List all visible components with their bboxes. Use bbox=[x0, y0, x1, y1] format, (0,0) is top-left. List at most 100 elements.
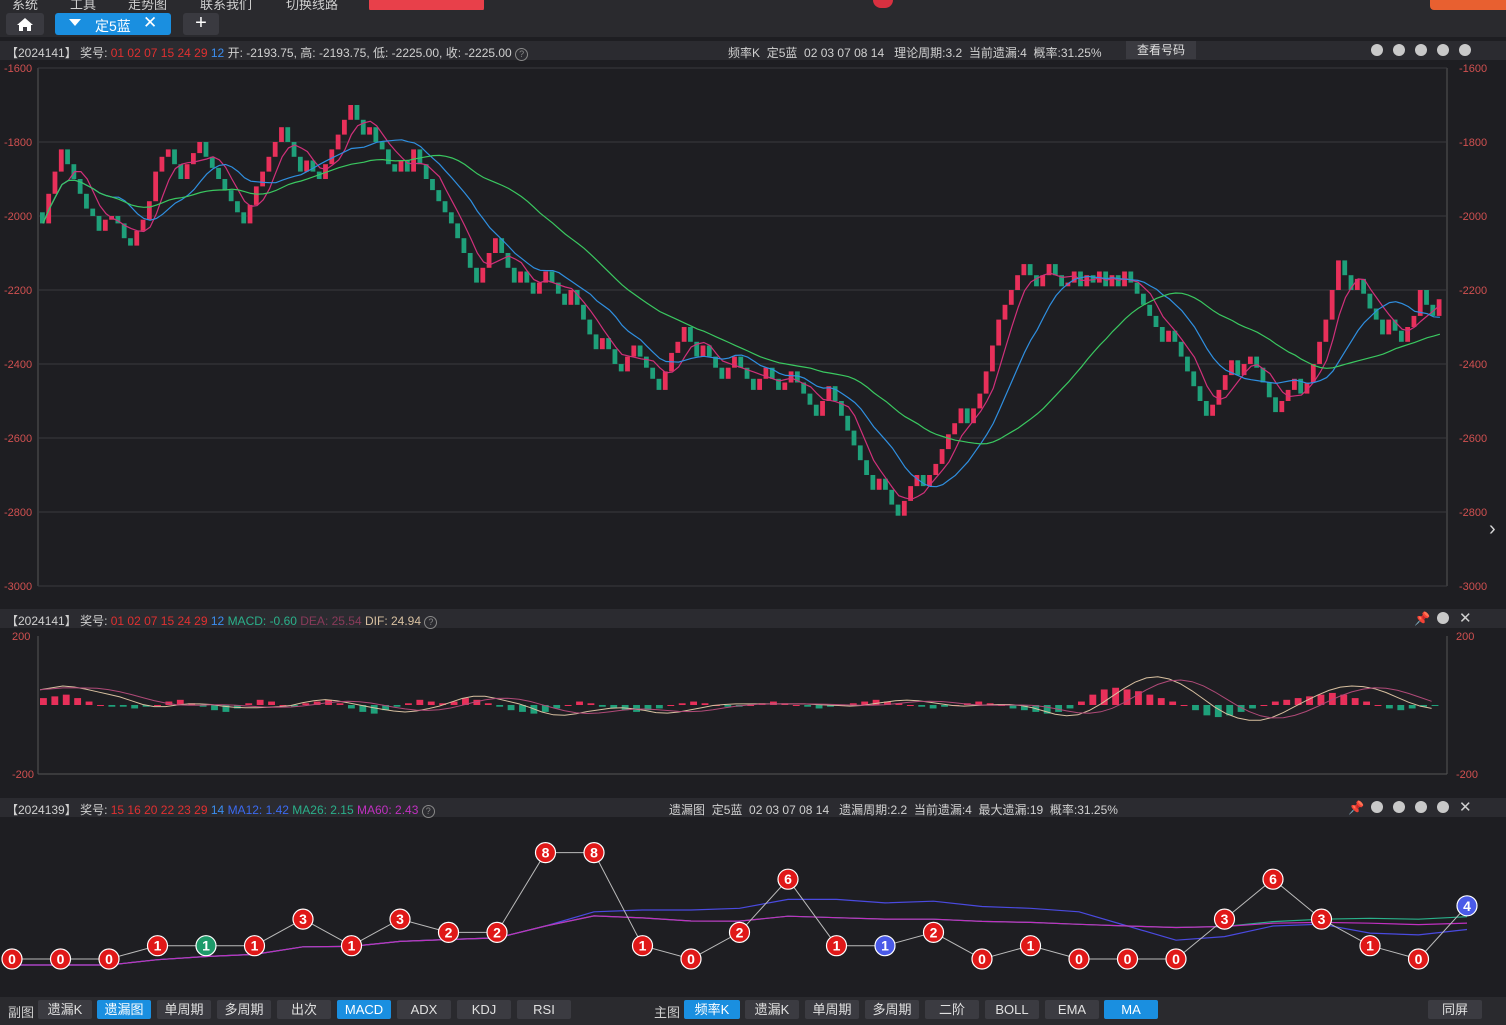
candle bbox=[1329, 290, 1335, 320]
reset-icon[interactable] bbox=[1371, 801, 1383, 813]
miss-point-label: 0 bbox=[105, 951, 113, 967]
ma12-value: MA12: 1.42 bbox=[227, 803, 289, 817]
miss-point: 1 bbox=[825, 935, 848, 957]
miss-point-label: 1 bbox=[1027, 938, 1035, 954]
main-ema-button[interactable]: EMA bbox=[1045, 1000, 1099, 1019]
candle bbox=[939, 449, 945, 464]
menu-contact[interactable]: 联系我们 bbox=[200, 0, 252, 10]
close-icon[interactable]: ✕ bbox=[143, 13, 157, 33]
main-chart-header: 【2024141】 奖号: 01 02 07 15 24 29 12 开: -2… bbox=[0, 41, 1506, 61]
candle bbox=[562, 293, 567, 305]
promo-corner[interactable] bbox=[1430, 0, 1506, 10]
candle bbox=[945, 434, 951, 450]
candle bbox=[1216, 389, 1222, 405]
target-numbers: 02 03 07 08 14 bbox=[804, 46, 885, 60]
tab-ding5lan[interactable]: 定5蓝 ✕ bbox=[55, 13, 171, 35]
move-down-icon[interactable] bbox=[1437, 44, 1449, 56]
sub-macd-button[interactable]: MACD bbox=[337, 1000, 391, 1019]
candle bbox=[675, 341, 681, 353]
candle bbox=[1273, 397, 1278, 413]
close-icon[interactable]: ✕ bbox=[1459, 609, 1472, 627]
settings-icon[interactable] bbox=[1437, 801, 1449, 813]
main-single-cycle-button[interactable]: 单周期 bbox=[805, 1000, 859, 1019]
candle bbox=[291, 142, 297, 157]
settings-icon[interactable] bbox=[1437, 612, 1449, 624]
tick-label: -2000 bbox=[1459, 211, 1487, 223]
add-tab-button[interactable]: + bbox=[183, 13, 219, 35]
candle bbox=[373, 127, 379, 142]
sub-miss-k-button[interactable]: 遗漏K bbox=[38, 1000, 92, 1019]
candle bbox=[631, 345, 637, 357]
candle bbox=[788, 371, 794, 383]
macd-bar bbox=[1192, 705, 1199, 711]
candle bbox=[247, 204, 253, 224]
view-numbers-button[interactable]: 查看号码 bbox=[1126, 41, 1196, 59]
mode-label: 遗漏图 bbox=[669, 803, 706, 817]
chevron-right-icon[interactable]: › bbox=[1489, 518, 1496, 541]
close-icon[interactable]: ✕ bbox=[1459, 798, 1472, 816]
macd-bar bbox=[1169, 701, 1177, 705]
menu-tools[interactable]: 工具 bbox=[70, 0, 96, 10]
sub-miss-chart-button[interactable]: 遗漏图 bbox=[97, 1000, 151, 1019]
miss-point-label: 2 bbox=[930, 924, 938, 940]
main-multi-cycle-button[interactable]: 多周期 bbox=[865, 1000, 919, 1019]
sub-chuci-button[interactable]: 出次 bbox=[277, 1000, 331, 1019]
edit-icon[interactable] bbox=[1371, 44, 1383, 56]
candle bbox=[90, 208, 96, 216]
home-tab[interactable] bbox=[6, 13, 44, 35]
miss-point: 3 bbox=[1310, 908, 1333, 930]
candle bbox=[1380, 319, 1385, 335]
current-miss: 当前遗漏:4 bbox=[968, 46, 1027, 60]
candle bbox=[285, 127, 291, 142]
move-down-icon[interactable] bbox=[1415, 801, 1427, 813]
candle bbox=[260, 171, 265, 187]
candle bbox=[1235, 360, 1241, 376]
candle bbox=[1134, 282, 1140, 294]
miss-cycle: 遗漏周期:2.2 bbox=[839, 803, 908, 817]
candle bbox=[279, 127, 284, 142]
candle bbox=[253, 186, 259, 205]
sub-adx-button[interactable]: ADX bbox=[397, 1000, 451, 1019]
menu-trend[interactable]: 走势图 bbox=[128, 0, 167, 10]
promo-banner[interactable] bbox=[369, 0, 484, 10]
pin-icon[interactable]: 📌 bbox=[1348, 800, 1364, 816]
candle bbox=[96, 216, 102, 231]
pin-icon[interactable]: 📌 bbox=[1414, 611, 1430, 627]
reset-icon[interactable] bbox=[1393, 44, 1405, 56]
sub-multi-cycle-button[interactable]: 多周期 bbox=[217, 1000, 271, 1019]
tab-label: 定5蓝 bbox=[95, 18, 131, 34]
main-second-order-button[interactable]: 二阶 bbox=[925, 1000, 979, 1019]
dea-value: DEA: 25.54 bbox=[300, 614, 362, 628]
candle bbox=[436, 190, 442, 202]
candle bbox=[430, 179, 435, 191]
tick-label: -1600 bbox=[1459, 63, 1487, 75]
tab-bar: 定5蓝 ✕ + bbox=[0, 10, 1506, 37]
candle bbox=[1015, 275, 1020, 290]
promo-icon[interactable] bbox=[873, 0, 893, 8]
macd-bar bbox=[906, 705, 914, 706]
sync-screen-button[interactable]: 同屏 bbox=[1428, 1000, 1482, 1019]
miss-point-label: 8 bbox=[590, 845, 598, 861]
main-boll-button[interactable]: BOLL bbox=[985, 1000, 1039, 1019]
miss-point-label: 0 bbox=[1124, 951, 1132, 967]
main-freq-k-button[interactable]: 频率K bbox=[684, 1000, 740, 1019]
miss-point: 0 bbox=[1068, 948, 1090, 970]
main-miss-k-button[interactable]: 遗漏K bbox=[745, 1000, 799, 1019]
chevron-down-icon[interactable] bbox=[69, 19, 81, 26]
candle bbox=[197, 142, 203, 154]
menu-system[interactable]: 系统 bbox=[12, 0, 38, 10]
sub-single-cycle-button[interactable]: 单周期 bbox=[157, 1000, 211, 1019]
sub-rsi-button[interactable]: RSI bbox=[517, 1000, 571, 1019]
candle bbox=[587, 319, 593, 335]
menu-switch-line[interactable]: 切换线路 bbox=[286, 0, 338, 10]
candle bbox=[650, 367, 656, 379]
candle bbox=[367, 127, 372, 135]
move-up-icon[interactable] bbox=[1393, 801, 1405, 813]
sub-kdj-button[interactable]: KDJ bbox=[457, 1000, 511, 1019]
macd-bar bbox=[256, 699, 264, 705]
move-up-icon[interactable] bbox=[1415, 44, 1427, 56]
macd-chart: 200 200 -200 -200 bbox=[12, 631, 1478, 781]
settings-icon[interactable] bbox=[1459, 44, 1471, 56]
candle bbox=[1279, 401, 1285, 413]
main-ma-button[interactable]: MA bbox=[1104, 1000, 1158, 1019]
